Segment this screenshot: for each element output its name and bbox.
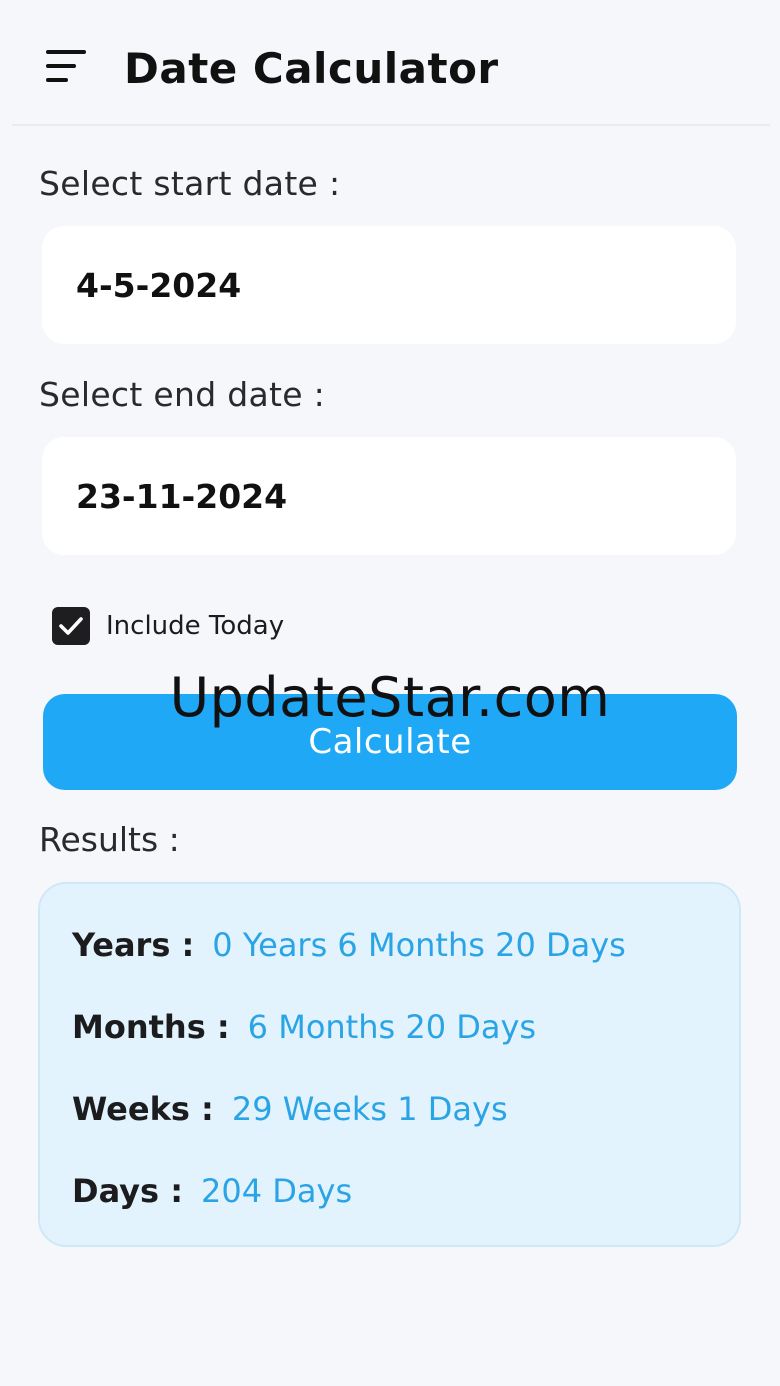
include-today-label: Include Today bbox=[106, 611, 285, 641]
result-key: Months : bbox=[72, 1008, 230, 1046]
result-value: 29 Weeks 1 Days bbox=[231, 1090, 508, 1128]
result-key: Days : bbox=[72, 1172, 184, 1210]
result-row-months: Months : 6 Months 20 Days bbox=[72, 1008, 536, 1046]
result-key: Years : bbox=[72, 926, 195, 964]
include-today-row: Include Today bbox=[52, 606, 284, 646]
app-bar: Date Calculator bbox=[0, 0, 780, 124]
header-divider bbox=[12, 124, 770, 126]
start-date-label: Select start date : bbox=[39, 164, 341, 203]
result-value: 6 Months 20 Days bbox=[247, 1008, 537, 1046]
page-title: Date Calculator bbox=[124, 44, 499, 93]
results-heading: Results : bbox=[39, 820, 180, 859]
calculate-button[interactable]: Calculate bbox=[43, 694, 737, 790]
start-date-field[interactable]: 4-5-2024 bbox=[42, 226, 736, 344]
result-row-weeks: Weeks : 29 Weeks 1 Days bbox=[72, 1090, 508, 1128]
result-key: Weeks : bbox=[72, 1090, 214, 1128]
checkmark-icon bbox=[59, 617, 83, 635]
menu-icon[interactable] bbox=[46, 50, 88, 86]
result-row-days: Days : 204 Days bbox=[72, 1172, 352, 1210]
end-date-field[interactable]: 23-11-2024 bbox=[42, 437, 736, 555]
result-value: 0 Years 6 Months 20 Days bbox=[212, 926, 626, 964]
result-row-years: Years : 0 Years 6 Months 20 Days bbox=[72, 926, 626, 964]
results-card: Years : 0 Years 6 Months 20 Days Months :… bbox=[38, 882, 741, 1247]
result-value: 204 Days bbox=[201, 1172, 353, 1210]
include-today-checkbox[interactable] bbox=[52, 607, 90, 645]
end-date-label: Select end date : bbox=[39, 375, 326, 414]
